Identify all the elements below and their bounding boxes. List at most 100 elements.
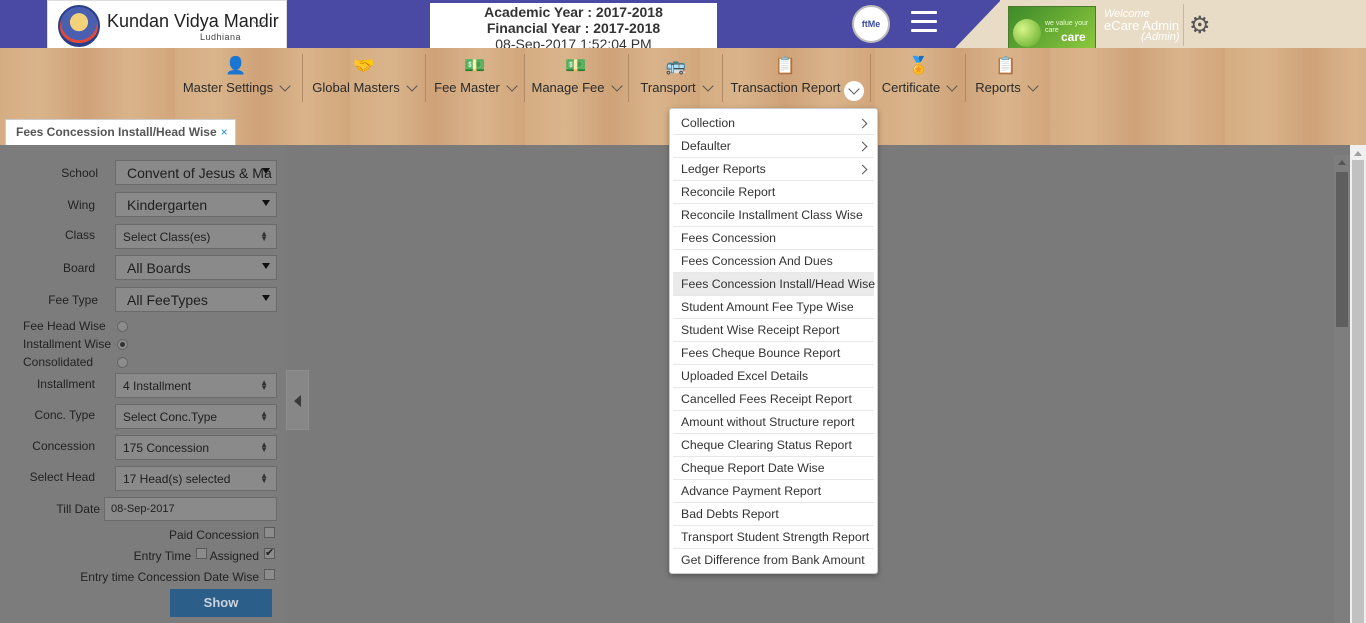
feetype-select[interactable]: All FeeTypes [115, 287, 277, 312]
scroll-up-icon[interactable] [1338, 160, 1346, 165]
nav-fee-master[interactable]: 💵 Fee Master [430, 56, 520, 106]
selecthead-value: 17 Head(s) selected [123, 472, 231, 486]
fee-head-wise-radio[interactable] [117, 321, 128, 332]
nav-divider [425, 54, 426, 102]
menu-item-label: Student Amount Fee Type Wise [681, 300, 854, 314]
user-edit-icon: 👤 [225, 56, 247, 75]
wing-select[interactable]: Kindergarten [115, 192, 277, 217]
menu-item-label: Fees Concession [681, 231, 777, 245]
concession-label: Concession [32, 439, 95, 453]
installment-label: Installment [36, 377, 95, 391]
school-emblem-icon [58, 5, 100, 47]
caret-down-icon [262, 263, 270, 269]
nav-transport[interactable]: 🚌 Transport [634, 56, 718, 106]
content-scroll-thumb[interactable] [1336, 172, 1348, 327]
menu-item-label: Cheque Report Date Wise [681, 461, 825, 475]
menu-item-label: Get Difference from Bank Amount [681, 553, 865, 567]
menu-item-fees-concession-and-dues[interactable]: Fees Concession And Dues [673, 250, 874, 273]
nav-divider [870, 54, 871, 102]
nav-label: Transaction Report [730, 80, 841, 95]
menu-item-label: Cheque Clearing Status Report [681, 438, 852, 452]
updown-icon: ▲ ▼ [260, 378, 268, 392]
user-role: (Admin) [1141, 31, 1180, 43]
chevron-down-icon[interactable] [844, 81, 864, 101]
nav-transaction-report[interactable]: 📋 Transaction Report [728, 56, 843, 106]
session-info: Academic Year : 2017-2018 Financial Year… [430, 3, 717, 52]
concession-value: 175 Concession [123, 441, 210, 455]
menu-item-uploaded-excel-details[interactable]: Uploaded Excel Details [673, 365, 874, 388]
board-select[interactable]: All Boards [115, 255, 277, 280]
school-selector[interactable]: Kundan Vidya Mandir Ludhiana [47, 0, 287, 53]
menu-item-defaulter[interactable]: Defaulter [673, 135, 874, 158]
nav-reports[interactable]: 📋 Reports [970, 56, 1042, 106]
menu-item-cancelled-fees-receipt-report[interactable]: Cancelled Fees Receipt Report [673, 388, 874, 411]
menu-item-fees-cheque-bounce-report[interactable]: Fees Cheque Bounce Report [673, 342, 874, 365]
school-label: School [61, 166, 98, 180]
close-icon[interactable]: × [221, 125, 228, 139]
school-select[interactable]: Convent of Jesus & Ma [115, 160, 277, 185]
class-select[interactable]: Select Class(es) ▲ ▼ [115, 224, 277, 249]
scroll-up-icon[interactable] [1354, 151, 1362, 156]
nav-manage-fee[interactable]: 💵 Manage Fee [529, 56, 623, 106]
header-divider [1183, 4, 1184, 46]
menu-item-ledger-reports[interactable]: Ledger Reports [673, 158, 874, 181]
menu-item-fees-concession[interactable]: Fees Concession [673, 227, 874, 250]
menu-item-student-wise-receipt-report[interactable]: Student Wise Receipt Report [673, 319, 874, 342]
concession-select[interactable]: 175 Concession ▲ ▼ [115, 435, 277, 460]
paid-concession-label: Paid Concession [168, 528, 259, 542]
chevron-left-icon [294, 395, 301, 407]
menu-item-label: Transport Student Strength Report [681, 530, 870, 544]
caret-down-icon [262, 200, 270, 206]
menu-item-amount-without-structure-report[interactable]: Amount without Structure report [673, 411, 874, 434]
nav-master-settings[interactable]: 👤 Master Settings [180, 56, 292, 106]
menu-item-advance-payment-report[interactable]: Advance Payment Report [673, 480, 874, 503]
nav-certificate[interactable]: 🏅 Certificate [874, 56, 964, 106]
menu-item-get-difference-from-bank-amount[interactable]: Get Difference from Bank Amount [673, 549, 874, 572]
header-slant [955, 0, 1001, 48]
menu-item-label: Advance Payment Report [681, 484, 822, 498]
menu-item-bad-debts-report[interactable]: Bad Debts Report [673, 503, 874, 526]
chevron-down-icon [406, 80, 418, 92]
selecthead-select[interactable]: 17 Head(s) selected ▲ ▼ [115, 466, 277, 491]
page-scroll-thumb[interactable] [1352, 160, 1364, 623]
nav-divider [524, 54, 525, 102]
tab-fees-concession-install-head-wise[interactable]: Fees Concession Install/Head Wise × [5, 119, 236, 145]
menu-item-collection[interactable]: Collection [673, 112, 874, 135]
menu-item-label: Student Wise Receipt Report [681, 323, 840, 337]
fee-head-wise-label: Fee Head Wise [23, 319, 106, 333]
installment-wise-radio[interactable] [117, 339, 128, 350]
updown-icon: ▲ ▼ [260, 409, 268, 423]
conctype-select[interactable]: Select Conc.Type ▲ ▼ [115, 404, 277, 429]
show-button[interactable]: Show [170, 589, 272, 617]
chevron-down-icon [506, 80, 518, 92]
entry-date-wise-checkbox[interactable] [264, 569, 275, 580]
consolidated-radio[interactable] [117, 357, 128, 368]
tilldate-input[interactable]: 08-Sep-2017 [104, 497, 277, 521]
menu-item-label: Fees Concession Install/Head Wise [681, 277, 876, 291]
school-value: Convent of Jesus & Ma [127, 165, 272, 181]
menu-item-student-amount-fee-type-wise[interactable]: Student Amount Fee Type Wise [673, 296, 874, 319]
wing-value: Kindergarten [127, 197, 208, 213]
certificate-icon: 🏅 [908, 56, 930, 75]
menu-item-label: Cancelled Fees Receipt Report [681, 392, 852, 406]
money-icon: 💵 [464, 56, 486, 75]
app-logo[interactable]: ftMe [852, 5, 890, 43]
gear-icon[interactable]: ⚙ [1189, 11, 1211, 40]
menu-item-cheque-clearing-status-report[interactable]: Cheque Clearing Status Report [673, 434, 874, 457]
entry-time-label: Entry Time [133, 549, 191, 563]
menu-item-reconcile-installment-class-wise[interactable]: Reconcile Installment Class Wise [673, 204, 874, 227]
assigned-checkbox[interactable] [264, 546, 275, 559]
report-icon: 📋 [995, 56, 1017, 75]
collapse-panel-button[interactable] [286, 370, 309, 430]
menu-item-transport-student-strength-report[interactable]: Transport Student Strength Report [673, 526, 874, 549]
installment-wise-label: Installment Wise [23, 337, 112, 351]
installment-select[interactable]: 4 Installment ▲ ▼ [115, 373, 277, 398]
paid-concession-checkbox[interactable] [264, 527, 275, 538]
menu-item-label: Defaulter [681, 139, 731, 153]
menu-item-cheque-report-date-wise[interactable]: Cheque Report Date Wise [673, 457, 874, 480]
hamburger-menu-icon[interactable] [911, 11, 937, 33]
menu-item-fees-concession-install-head-wise[interactable]: Fees Concession Install/Head Wise [673, 273, 876, 296]
nav-global-masters[interactable]: 🤝 Global Masters [307, 56, 421, 106]
chevron-down-icon [701, 80, 714, 92]
menu-item-reconcile-report[interactable]: Reconcile Report [673, 181, 874, 204]
